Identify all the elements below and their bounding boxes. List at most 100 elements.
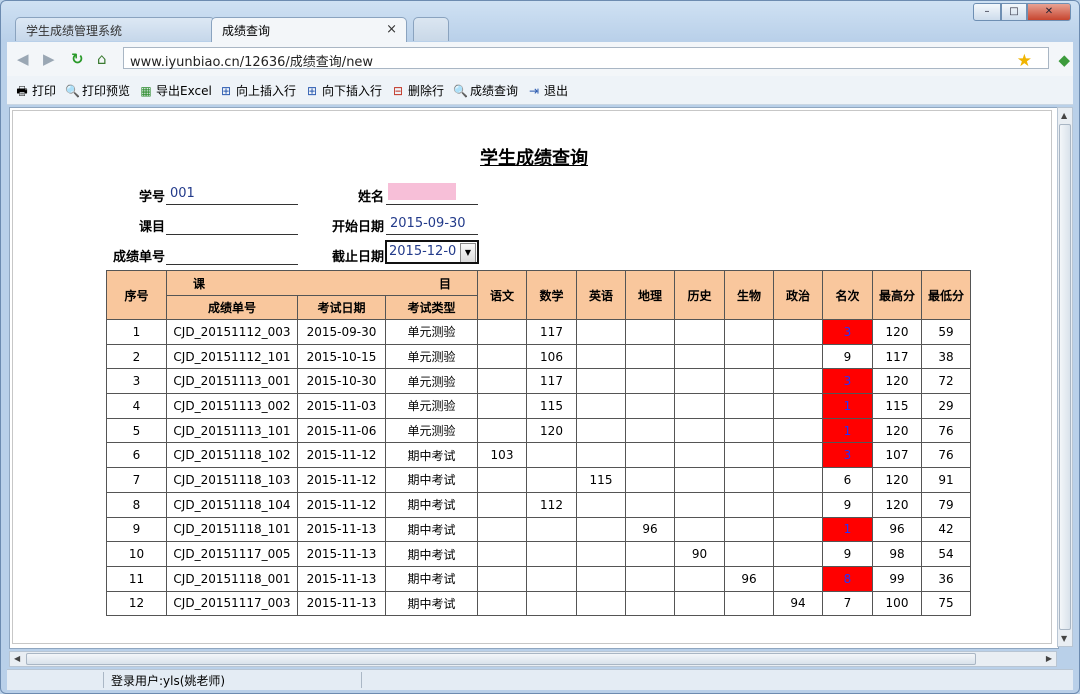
cell-score-biology[interactable] [724, 417, 774, 444]
cell-record-no[interactable]: CJD_20151112_003 [166, 319, 298, 345]
cell-score-history[interactable] [674, 343, 725, 370]
scroll-left-icon[interactable]: ◀ [14, 654, 20, 663]
cell-min[interactable]: 91 [921, 467, 971, 493]
cell-max[interactable]: 100 [872, 590, 922, 617]
cell-min[interactable]: 29 [921, 393, 971, 419]
cell-exam-date[interactable]: 2015-11-13 [297, 541, 386, 567]
cell-score-history[interactable] [674, 467, 725, 493]
cell-score-chinese[interactable] [477, 541, 527, 567]
cell-exam-type[interactable]: 单元测验 [385, 393, 478, 419]
cell-score-chinese[interactable] [477, 516, 527, 543]
cell-record-no[interactable]: CJD_20151118_001 [166, 565, 298, 592]
cell-record-no[interactable]: CJD_20151118_104 [166, 491, 298, 518]
horizontal-scroll-thumb[interactable] [26, 653, 976, 665]
cell-seq[interactable]: 6 [106, 442, 167, 469]
cell-score-math[interactable]: 115 [526, 393, 577, 419]
maximize-button[interactable]: □ [1001, 3, 1027, 21]
cell-max[interactable]: 120 [872, 319, 922, 345]
cell-score-math[interactable]: 112 [526, 491, 577, 518]
student-id-field[interactable]: 001 [166, 185, 298, 205]
cell-rank[interactable]: 9 [822, 491, 873, 518]
cell-score-geography[interactable] [625, 590, 675, 617]
cell-score-chinese[interactable]: 103 [477, 442, 527, 469]
cell-record-no[interactable]: CJD_20151118_101 [166, 516, 298, 543]
cell-rank[interactable]: 3 [822, 442, 873, 469]
cell-score-geography[interactable] [625, 442, 675, 469]
cell-score-politics[interactable] [773, 442, 823, 469]
start-date-field[interactable]: 2015-09-30 [386, 215, 478, 235]
cell-min[interactable]: 75 [921, 590, 971, 617]
cell-max[interactable]: 120 [872, 467, 922, 493]
cell-score-politics[interactable] [773, 565, 823, 592]
cell-exam-date[interactable]: 2015-10-15 [297, 343, 386, 370]
cell-score-geography[interactable] [625, 417, 675, 444]
cell-score-math[interactable] [526, 590, 577, 617]
cell-exam-date[interactable]: 2015-11-13 [297, 565, 386, 592]
cell-score-biology[interactable] [724, 368, 774, 395]
cell-score-geography[interactable] [625, 319, 675, 345]
cell-exam-date[interactable]: 2015-11-06 [297, 417, 386, 444]
cell-exam-type[interactable]: 期中考试 [385, 565, 478, 592]
cell-score-history[interactable] [674, 417, 725, 444]
cell-min[interactable]: 38 [921, 343, 971, 370]
cell-score-math[interactable]: 117 [526, 368, 577, 395]
cell-score-geography[interactable] [625, 467, 675, 493]
table-row[interactable]: 10 CJD_20151117_005 2015-11-13 期中考试 90 9 98 54 [106, 541, 971, 567]
cell-score-chinese[interactable] [477, 417, 527, 444]
cell-record-no[interactable]: CJD_20151117_003 [166, 590, 298, 617]
cell-seq[interactable]: 3 [106, 368, 167, 395]
cell-score-chinese[interactable] [477, 491, 527, 518]
cell-score-history[interactable]: 90 [674, 541, 725, 567]
cell-score-geography[interactable] [625, 491, 675, 518]
cell-seq[interactable]: 1 [106, 319, 167, 345]
cell-exam-date[interactable]: 2015-11-03 [297, 393, 386, 419]
table-row[interactable]: 11 CJD_20151118_001 2015-11-13 期中考试 96 8 99 36 [106, 565, 971, 592]
cell-score-chinese[interactable] [477, 565, 527, 592]
cell-score-chinese[interactable] [477, 319, 527, 345]
cell-score-biology[interactable]: 96 [724, 565, 774, 592]
cell-max[interactable]: 107 [872, 442, 922, 469]
reload-icon[interactable]: ↻ [71, 50, 84, 68]
cell-record-no[interactable]: CJD_20151118_102 [166, 442, 298, 469]
cell-exam-type[interactable]: 期中考试 [385, 442, 478, 469]
cell-record-no[interactable]: CJD_20151118_103 [166, 467, 298, 493]
cell-score-history[interactable] [674, 442, 725, 469]
cell-max[interactable]: 99 [872, 565, 922, 592]
cell-score-politics[interactable] [773, 393, 823, 419]
cell-score-history[interactable] [674, 565, 725, 592]
cell-min[interactable]: 36 [921, 565, 971, 592]
cell-exam-date[interactable]: 2015-11-12 [297, 491, 386, 518]
cell-min[interactable]: 59 [921, 319, 971, 345]
cell-exam-type[interactable]: 期中考试 [385, 541, 478, 567]
cell-rank[interactable]: 1 [822, 516, 873, 543]
cell-exam-date[interactable]: 2015-09-30 [297, 319, 386, 345]
cell-seq[interactable]: 7 [106, 467, 167, 493]
cell-record-no[interactable]: CJD_20151112_101 [166, 343, 298, 370]
cell-score-politics[interactable] [773, 417, 823, 444]
table-row[interactable]: 6 CJD_20151118_102 2015-11-12 期中考试 103 3 107 76 [106, 442, 971, 469]
cell-exam-date[interactable]: 2015-11-13 [297, 590, 386, 617]
cell-score-english[interactable] [576, 491, 626, 518]
cell-score-geography[interactable] [625, 393, 675, 419]
cell-min[interactable]: 42 [921, 516, 971, 543]
cell-min[interactable]: 79 [921, 491, 971, 518]
cell-score-english[interactable] [576, 565, 626, 592]
cell-seq[interactable]: 5 [106, 417, 167, 444]
table-row[interactable]: 4 CJD_20151113_002 2015-11-03 单元测验 115 1 115 29 [106, 393, 971, 419]
cell-score-politics[interactable] [773, 541, 823, 567]
cell-score-english[interactable]: 115 [576, 467, 626, 493]
cell-exam-type[interactable]: 单元测验 [385, 417, 478, 444]
minimize-button[interactable]: – [973, 3, 1001, 21]
vertical-scroll-thumb[interactable] [1059, 124, 1071, 630]
cell-score-english[interactable] [576, 368, 626, 395]
cell-rank[interactable]: 7 [822, 590, 873, 617]
cell-score-english[interactable] [576, 541, 626, 567]
cell-score-history[interactable] [674, 491, 725, 518]
print-preview-button[interactable]: 🔍 打印预览 [65, 82, 130, 99]
scroll-down-icon[interactable]: ▼ [1061, 634, 1067, 643]
cell-score-math[interactable] [526, 467, 577, 493]
table-row[interactable]: 2 CJD_20151112_101 2015-10-15 单元测验 106 9 117 38 [106, 343, 971, 370]
cell-score-politics[interactable]: 94 [773, 590, 823, 617]
back-arrow-icon[interactable]: ◀ [17, 50, 29, 68]
go-icon[interactable]: ◆ [1058, 51, 1070, 69]
